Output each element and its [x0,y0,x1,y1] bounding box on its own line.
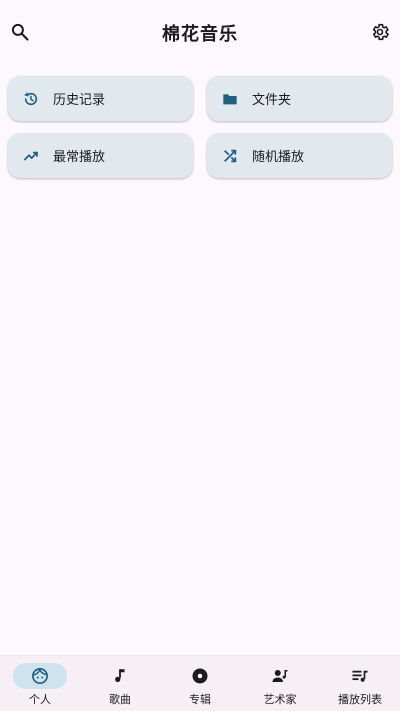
shuffle-card[interactable]: 随机播放 [207,133,392,178]
bottom-navigation: 个人 歌曲 专辑 艺术家 播放列表 [0,655,400,711]
nav-item-personal[interactable]: 个人 [0,656,80,707]
history-label: 历史记录 [53,93,106,108]
face-icon [32,668,48,684]
nav-item-songs[interactable]: 歌曲 [80,656,160,707]
nav-item-albums[interactable]: 专辑 [160,656,240,707]
trending-up-icon [23,148,39,164]
nav-label-songs: 歌曲 [109,693,131,706]
folder-label: 文件夹 [252,93,292,108]
shortcut-grid: 历史记录 文件夹 最常播放 随机播放 [8,76,392,178]
nav-label-artists: 艺术家 [263,693,297,706]
nav-label-playlists: 播放列表 [338,693,382,706]
app-title: 棉花音乐 [162,24,238,45]
shuffle-label: 随机播放 [252,150,305,165]
artist-icon [272,670,288,682]
shuffle-icon [222,148,238,164]
folder-card[interactable]: 文件夹 [207,76,392,121]
nav-active-indicator [13,663,67,689]
most-played-card[interactable]: 最常播放 [8,133,193,178]
nav-label-personal: 个人 [29,693,51,706]
nav-item-artists[interactable]: 艺术家 [240,656,320,707]
history-icon [23,91,39,107]
most-played-label: 最常播放 [53,150,106,165]
history-card[interactable]: 历史记录 [8,76,193,121]
nav-item-playlists[interactable]: 播放列表 [320,656,400,707]
music-note-icon [115,669,125,682]
folder-icon [222,91,238,107]
nav-label-albums: 专辑 [189,693,211,706]
playlist-icon [352,670,368,682]
album-icon [192,668,208,684]
